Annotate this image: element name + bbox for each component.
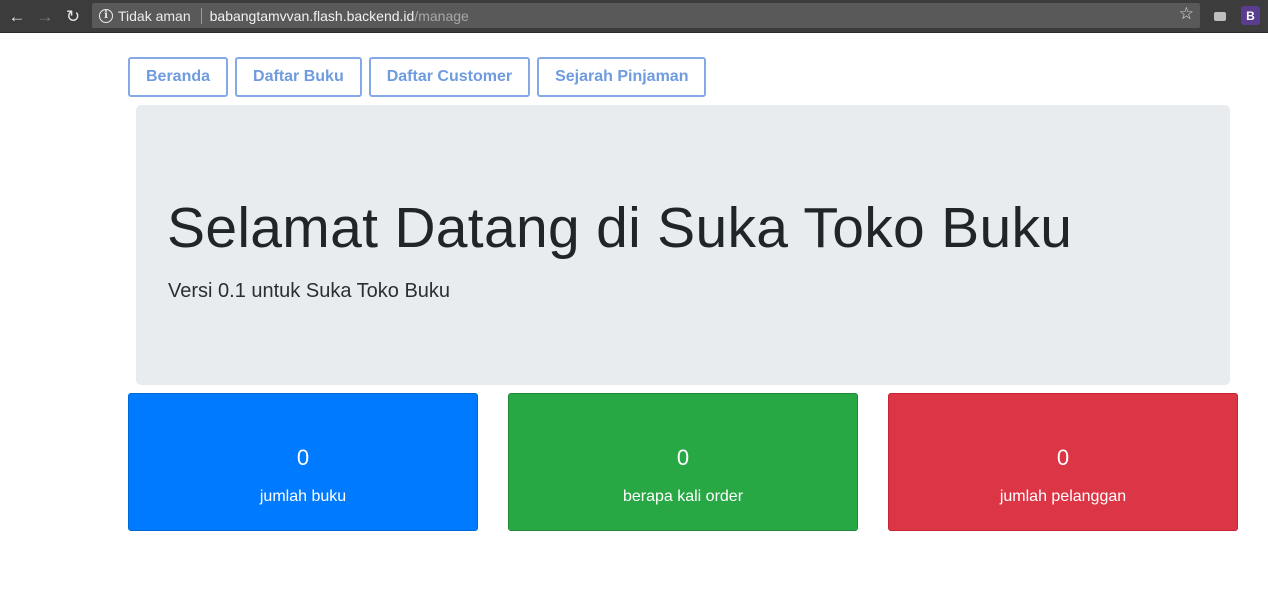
nav-daftar-buku-button[interactable]: Daftar Buku xyxy=(235,57,362,97)
url-host: babangtamvvan.flash.backend.id xyxy=(209,7,415,24)
browser-toolbar: ← → ↻ i Tidak aman babangtamvvan.flash.b… xyxy=(0,0,1268,33)
forward-arrow-icon[interactable]: → xyxy=(34,5,56,27)
reload-icon[interactable]: ↻ xyxy=(62,5,84,27)
page-title: Selamat Datang di Suka Toko Buku xyxy=(167,196,1073,260)
stat-label: jumlah pelanggan xyxy=(999,488,1127,505)
cast-icon[interactable] xyxy=(1212,6,1228,26)
star-icon[interactable]: ☆ xyxy=(1179,4,1194,24)
address-bar[interactable]: i Tidak aman babangtamvvan.flash.backend… xyxy=(92,3,1200,28)
stat-card-customers: 0 jumlah pelanggan xyxy=(888,393,1238,531)
stat-card-orders: 0 berapa kali order xyxy=(508,393,858,531)
security-label[interactable]: Tidak aman xyxy=(118,8,191,24)
stat-value: 0 xyxy=(296,445,310,470)
nav-beranda-button[interactable]: Beranda xyxy=(128,57,229,97)
back-arrow-icon[interactable]: ← xyxy=(6,5,28,27)
address-divider xyxy=(200,7,202,24)
stat-label: jumlah buku xyxy=(259,488,347,505)
extension-button[interactable]: B xyxy=(1241,6,1260,25)
stat-label: berapa kali order xyxy=(622,488,744,505)
url-path: /manage xyxy=(414,7,469,24)
page-lead: Versi 0.1 untuk Suka Toko Buku xyxy=(168,280,451,302)
stat-value: 0 xyxy=(676,445,690,470)
nav-daftar-customer-button[interactable]: Daftar Customer xyxy=(368,57,531,97)
stat-value: 0 xyxy=(1056,445,1070,470)
main-nav: Beranda Daftar Buku Daftar Customer Seja… xyxy=(128,57,707,97)
info-icon[interactable]: i xyxy=(99,8,113,23)
nav-sejarah-pinjaman-button[interactable]: Sejarah Pinjaman xyxy=(537,57,707,97)
stat-card-books: 0 jumlah buku xyxy=(128,393,478,531)
jumbotron: Selamat Datang di Suka Toko Buku Versi 0… xyxy=(136,105,1230,385)
